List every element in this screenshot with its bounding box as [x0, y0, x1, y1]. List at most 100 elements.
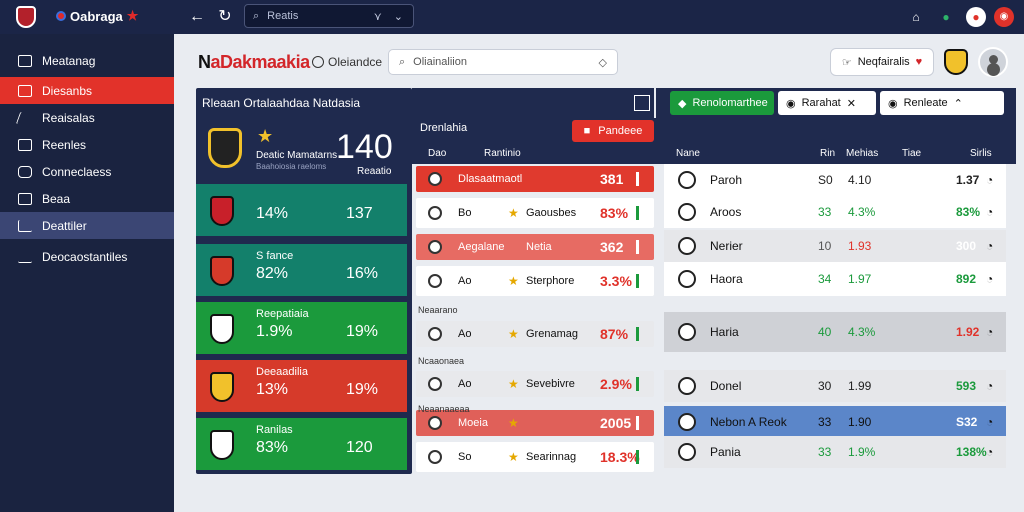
standings-row[interactable]: Nebon A Reok 33 1.90 S32 ◔: [664, 406, 1006, 438]
star-icon: ★: [508, 377, 519, 391]
shield-icon: [18, 84, 32, 97]
tab-label: Renolomarthee: [692, 97, 768, 109]
row-action-icon[interactable]: ◔: [986, 445, 993, 459]
star-icon: ★: [508, 327, 519, 341]
sidebar-item-2[interactable]: Diesanbs: [0, 77, 174, 104]
row-action-icon[interactable]: ◔: [986, 205, 993, 219]
sidebar-item-label: Reaisalas: [42, 110, 95, 125]
match-opponent: Grenamag: [526, 328, 578, 340]
team-rating: 1.93: [848, 239, 872, 253]
chevron-icon[interactable]: ⌃: [954, 97, 963, 110]
match-value: 3.3%: [600, 273, 632, 289]
standings-row[interactable]: Haora 34 1.97 892 ◔: [664, 262, 1006, 296]
match-row[interactable]: Ao ★ Sevebivre 2.9%: [416, 371, 654, 397]
team-stat-secondary: 19%: [346, 323, 379, 340]
main-search-input[interactable]: ⌕ Oliainaliion ◇: [388, 49, 618, 75]
team-stat-primary: 83%: [256, 439, 289, 456]
team-stat-row[interactable]: Deeaadilia 13% 19%: [196, 360, 407, 412]
featured-team-name: Deatic Mamatarns Baahoiosia raeloms: [256, 150, 337, 172]
team-rating: 1.99: [848, 379, 872, 393]
match-team: Ao: [458, 275, 472, 287]
tab-3[interactable]: ◉ Renleate ⌃: [880, 91, 1004, 115]
sidebar-item-6[interactable]: Beaa: [0, 185, 174, 212]
standings-row[interactable]: Aroos 33 4.3% 83% ◔: [664, 196, 1006, 228]
sidebar-item-8[interactable]: Deocaostantiles: [0, 243, 174, 270]
sidebar-item-1[interactable]: Meatanag: [0, 47, 174, 74]
home-icon[interactable]: ⌂: [906, 7, 926, 27]
sidebar-item-7[interactable]: Deattiler: [0, 212, 174, 239]
team-stat-row[interactable]: 14% 137: [196, 184, 407, 236]
row-action-icon[interactable]: ◔: [986, 325, 993, 339]
standings-row[interactable]: Nerier 10 1.93 300 ◔: [664, 230, 1006, 262]
standings-row[interactable]: Pania 33 1.9% 138% ◔: [664, 436, 1006, 468]
match-row[interactable]: Ao ★ Grenamag 87%: [416, 321, 654, 347]
star-icon: ★: [126, 8, 139, 23]
back-icon[interactable]: ←: [186, 6, 208, 28]
mic-icon[interactable]: ⋎: [374, 10, 382, 23]
match-row[interactable]: So ★ Searinnag 18.3%: [416, 442, 654, 472]
subtitle: Oleiandce: [312, 55, 382, 69]
team-stat-row[interactable]: S fance 82% 16%: [196, 244, 407, 296]
document-icon: [18, 192, 32, 205]
app-logo[interactable]: [16, 6, 36, 28]
middle-sep-3: Neaanaaeaa: [418, 404, 470, 414]
row-action-icon[interactable]: ◔: [986, 239, 993, 253]
team-played: 34: [818, 272, 832, 286]
team-stat-row[interactable]: Ranilas 83% 120: [196, 418, 407, 470]
tab-1[interactable]: ◆ Renolomarthee: [670, 91, 774, 115]
refresh-icon[interactable]: ↻: [214, 6, 236, 28]
middle-sep-2: Ncaaonaea: [418, 356, 465, 366]
top-search[interactable]: ⌕ Reatis ⋎ ⌄: [244, 4, 414, 28]
standings-row[interactable]: Paroh S0 4.10 1.37 ◔: [664, 164, 1006, 196]
team-stat-secondary: 16%: [346, 265, 379, 282]
value-bar: [636, 377, 639, 391]
shield-icon: ◆: [678, 97, 687, 110]
tab-2[interactable]: ◉ Rarahat ✕: [778, 91, 876, 115]
team-played: 33: [818, 415, 832, 429]
team-played: 33: [818, 205, 832, 219]
filter-icon[interactable]: ◇: [599, 56, 607, 69]
row-action-icon[interactable]: ◔: [986, 379, 993, 393]
team-played: S0: [818, 173, 833, 187]
row-action-icon[interactable]: ◔: [986, 272, 993, 286]
match-row[interactable]: Aegalane Netia 362: [416, 234, 654, 260]
sidebar-item-5[interactable]: Conneclaess: [0, 158, 174, 185]
profile-icon[interactable]: ◉: [994, 7, 1014, 27]
team-score: 1.92: [956, 325, 980, 339]
standings-row[interactable]: Haria 40 4.3% 1.92 ◔: [664, 312, 1006, 352]
team-played: 10: [818, 239, 832, 253]
avatar[interactable]: [978, 47, 1008, 77]
brand[interactable]: Oabraga ★: [56, 8, 138, 24]
sidebar-item-label: Deattiler: [42, 218, 87, 233]
expand-icon[interactable]: [634, 95, 650, 111]
match-value: 381: [600, 171, 624, 187]
star-icon: ★: [508, 206, 519, 220]
favorites-pill[interactable]: ☞ Neqfairalis ♥: [830, 48, 934, 76]
chevron-down-icon[interactable]: ⌄: [394, 10, 403, 23]
club-icon: [428, 172, 442, 186]
match-value: 2005: [600, 415, 632, 431]
match-row[interactable]: Dlasaatmaotl 381: [416, 166, 654, 192]
sidebar-item-4[interactable]: Reenles: [0, 131, 174, 158]
team-played: 33: [818, 445, 832, 459]
match-value: 83%: [600, 205, 629, 221]
value-bar: [636, 274, 639, 288]
team-stat-row[interactable]: Reepatiaia 1.9% 19%: [196, 302, 407, 354]
upload-icon: [18, 251, 32, 263]
chat-icon[interactable]: ●: [936, 7, 956, 27]
row-action-icon[interactable]: ◔: [986, 173, 993, 187]
sidebar-item-3[interactable]: Reaisalas: [0, 104, 174, 131]
club-icon: [678, 237, 696, 255]
close-icon[interactable]: ✕: [847, 97, 856, 110]
match-row[interactable]: Bo ★ Gaousbes 83%: [416, 198, 654, 228]
middle-action-button[interactable]: ■ Pandeee: [572, 120, 654, 142]
notification-icon[interactable]: ●: [966, 7, 986, 27]
team-crest-icon[interactable]: [944, 49, 968, 75]
team-name: Paroh: [710, 173, 743, 187]
team-stat-label: S fance: [256, 250, 294, 262]
featured-sub: Baahoiosia raeloms: [256, 162, 327, 171]
match-row[interactable]: Ao ★ Sterphore 3.3%: [416, 266, 654, 296]
row-action-icon[interactable]: ◔: [986, 415, 993, 429]
value-bar: [636, 240, 639, 254]
standings-row[interactable]: Donel 30 1.99 593 ◔: [664, 370, 1006, 402]
